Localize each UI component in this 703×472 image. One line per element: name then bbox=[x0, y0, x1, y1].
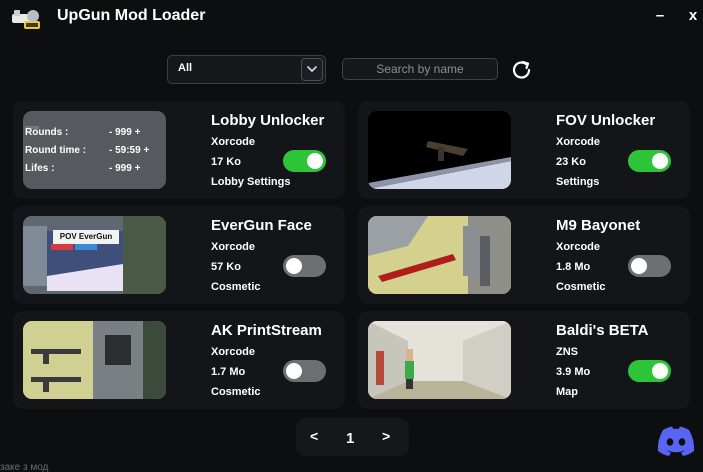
toggle-knob bbox=[307, 153, 323, 169]
baldi-preview-image bbox=[368, 321, 511, 399]
toggle-knob bbox=[286, 258, 302, 274]
mod-author: Xorcode bbox=[556, 136, 601, 148]
toggle-knob bbox=[286, 363, 302, 379]
chevron-down-icon bbox=[307, 66, 317, 73]
mod-author: ZNS bbox=[556, 346, 578, 358]
pagination: < 1 > bbox=[296, 418, 409, 456]
search-input[interactable] bbox=[342, 58, 498, 80]
mod-enable-toggle[interactable] bbox=[628, 150, 671, 172]
mod-size: 57 Ko bbox=[211, 261, 241, 273]
mod-category: Cosmetic bbox=[556, 281, 606, 293]
mod-category: Cosmetic bbox=[211, 386, 261, 398]
mod-thumbnail: Rounds : - 999 + Round time : - 59:59 + … bbox=[23, 111, 166, 189]
mod-enable-toggle[interactable] bbox=[283, 360, 326, 382]
minimize-button[interactable]: – bbox=[648, 4, 672, 28]
mod-name: Baldi's BETA bbox=[556, 322, 649, 339]
discord-icon[interactable] bbox=[655, 424, 697, 458]
mod-card: M9 Bayonet Xorcode 1.8 Mo Cosmetic bbox=[358, 206, 690, 304]
toggle-knob bbox=[652, 363, 668, 379]
footer-text: заке з мод bbox=[0, 462, 49, 472]
mod-name: FOV Unlocker bbox=[556, 112, 656, 129]
mod-category: Lobby Settings bbox=[211, 176, 291, 188]
evergun-preview-image bbox=[23, 216, 166, 294]
mod-thumbnail bbox=[23, 321, 166, 399]
bayonet-preview-image bbox=[368, 216, 511, 294]
fov-preview-image bbox=[368, 141, 511, 189]
previous-page-button[interactable]: < bbox=[310, 428, 318, 444]
mod-category: Cosmetic bbox=[211, 281, 261, 293]
next-page-button[interactable]: > bbox=[382, 428, 390, 444]
mod-category: Map bbox=[556, 386, 578, 398]
mod-size: 23 Ko bbox=[556, 156, 586, 168]
lobby-row-value: - 59:59 + bbox=[109, 145, 150, 156]
lobby-row-value: - 999 + bbox=[109, 127, 141, 138]
lobby-row-label: Lifes : bbox=[25, 163, 55, 174]
mod-author: Xorcode bbox=[556, 241, 601, 253]
refresh-icon[interactable] bbox=[509, 57, 535, 83]
app-title: UpGun Mod Loader bbox=[57, 7, 206, 24]
toggle-knob bbox=[652, 153, 668, 169]
title-bar: UpGun Mod Loader – x bbox=[0, 0, 703, 34]
category-filter-value: All bbox=[178, 62, 193, 74]
mod-author: Xorcode bbox=[211, 136, 256, 148]
lobby-row-value: - 999 + bbox=[109, 163, 141, 174]
mod-author: Xorcode bbox=[211, 241, 256, 253]
mod-enable-toggle[interactable] bbox=[283, 150, 326, 172]
mod-name: AK PrintStream bbox=[211, 322, 322, 339]
mod-size: 17 Ko bbox=[211, 156, 241, 168]
category-filter-select[interactable]: All bbox=[167, 55, 326, 84]
toolbar: All bbox=[0, 48, 703, 88]
mod-thumbnail bbox=[368, 111, 511, 189]
lobby-row-label: Round time : bbox=[25, 145, 87, 156]
mod-category: Settings bbox=[556, 176, 600, 188]
mod-card: AK PrintStream Xorcode 1.7 Mo Cosmetic bbox=[13, 311, 345, 409]
mod-card: FOV Unlocker Xorcode 23 Ko Settings bbox=[358, 101, 690, 199]
mod-size: 1.7 Mo bbox=[211, 366, 246, 378]
mod-thumbnail bbox=[368, 216, 511, 294]
mod-name: EverGun Face bbox=[211, 217, 312, 234]
mod-card: Rounds : - 999 + Round time : - 59:59 + … bbox=[13, 101, 345, 199]
evergun-sign: POV EverGun bbox=[53, 230, 119, 244]
mod-author: Xorcode bbox=[211, 346, 256, 358]
mod-size: 3.9 Mo bbox=[556, 366, 591, 378]
mod-card: Baldi's BETA ZNS 3.9 Mo Map bbox=[358, 311, 690, 409]
mod-thumbnail: POV EverGun bbox=[23, 216, 166, 294]
ak-preview-image bbox=[23, 321, 166, 399]
mod-enable-toggle[interactable] bbox=[283, 255, 326, 277]
mod-enable-toggle[interactable] bbox=[628, 360, 671, 382]
mod-size: 1.8 Mo bbox=[556, 261, 591, 273]
mod-thumbnail bbox=[368, 321, 511, 399]
mod-card: POV EverGun EverGun Face Xorcode 57 Ko C… bbox=[13, 206, 345, 304]
current-page-number: 1 bbox=[346, 430, 355, 447]
mod-name: M9 Bayonet bbox=[556, 217, 641, 234]
mod-name: Lobby Unlocker bbox=[211, 112, 325, 129]
toggle-knob bbox=[631, 258, 647, 274]
lobby-row-label: Rounds : bbox=[25, 127, 69, 138]
close-button[interactable]: x bbox=[681, 4, 703, 28]
dropdown-button[interactable] bbox=[301, 58, 323, 81]
mod-enable-toggle[interactable] bbox=[628, 255, 671, 277]
app-logo-icon bbox=[12, 10, 40, 29]
